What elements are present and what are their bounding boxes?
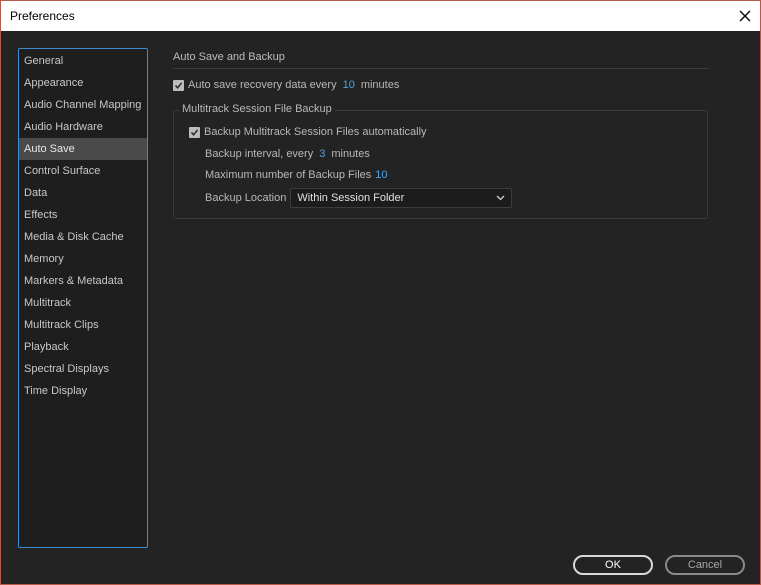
chevron-down-icon	[496, 195, 505, 201]
max-backup-files-value[interactable]: 10	[375, 169, 387, 181]
sidebar-item-control-surface[interactable]: Control Surface	[19, 160, 147, 182]
max-backup-files-label: Maximum number of Backup Files	[205, 169, 372, 181]
sidebar-item-auto-save[interactable]: Auto Save	[19, 138, 147, 160]
title-bar: Preferences	[1, 1, 760, 31]
sidebar-item-audio-hardware[interactable]: Audio Hardware	[19, 116, 147, 138]
sidebar-item-multitrack-clips[interactable]: Multitrack Clips	[19, 314, 147, 336]
cancel-button[interactable]: Cancel	[665, 555, 745, 575]
section-title: Auto Save and Backup	[173, 51, 285, 63]
sidebar-item-appearance[interactable]: Appearance	[19, 72, 147, 94]
backup-location-row: Backup Location Within Session Folder	[205, 188, 513, 208]
sidebar-item-multitrack[interactable]: Multitrack	[19, 292, 147, 314]
backup-location-dropdown[interactable]: Within Session Folder	[290, 188, 513, 208]
backup-interval-label: Backup interval, every	[205, 148, 314, 160]
recovery-row: Auto save recovery data every 10 minutes	[173, 79, 399, 91]
backup-multitrack-label: Backup Multitrack Session Files automati…	[204, 126, 427, 138]
multitrack-backup-group-label: Multitrack Session File Backup	[179, 103, 335, 115]
close-icon	[739, 10, 751, 22]
preferences-category-list: General Appearance Audio Channel Mapping…	[18, 48, 148, 548]
auto-save-interval-unit: minutes	[360, 79, 400, 91]
sidebar-item-media-disk-cache[interactable]: Media & Disk Cache	[19, 226, 147, 248]
sidebar-item-time-display[interactable]: Time Display	[19, 380, 147, 402]
backup-location-selected: Within Session Folder	[297, 192, 405, 204]
backup-location-label: Backup Location	[205, 192, 287, 204]
sidebar-item-playback[interactable]: Playback	[19, 336, 147, 358]
backup-interval-row: Backup interval, every 3 minutes	[205, 148, 370, 160]
checkmark-icon	[174, 81, 183, 89]
sidebar-item-audio-channel-mapping[interactable]: Audio Channel Mapping	[19, 94, 147, 116]
sidebar-item-markers-metadata[interactable]: Markers & Metadata	[19, 270, 147, 292]
auto-save-recovery-label: Auto save recovery data every	[188, 79, 337, 91]
backup-multitrack-checkbox[interactable]	[189, 126, 200, 138]
window-title: Preferences	[10, 9, 75, 23]
sidebar-item-memory[interactable]: Memory	[19, 248, 147, 270]
sidebar-item-general[interactable]: General	[19, 50, 147, 72]
sidebar-item-spectral-displays[interactable]: Spectral Displays	[19, 358, 147, 380]
backup-multitrack-row: Backup Multitrack Session Files automati…	[189, 126, 427, 138]
section-divider	[173, 68, 709, 69]
auto-save-interval-value[interactable]: 10	[343, 79, 355, 91]
preferences-dialog: Preferences General Appearance Audio Cha…	[0, 0, 761, 585]
close-button[interactable]	[730, 1, 760, 31]
max-backup-files-row: Maximum number of Backup Files 10	[205, 169, 394, 181]
ok-button[interactable]: OK	[573, 555, 653, 575]
backup-interval-value[interactable]: 3	[319, 148, 325, 160]
sidebar-item-data[interactable]: Data	[19, 182, 147, 204]
sidebar-item-effects[interactable]: Effects	[19, 204, 147, 226]
auto-save-recovery-checkbox[interactable]	[173, 79, 184, 91]
backup-interval-unit: minutes	[331, 148, 370, 160]
checkmark-icon	[190, 128, 199, 136]
